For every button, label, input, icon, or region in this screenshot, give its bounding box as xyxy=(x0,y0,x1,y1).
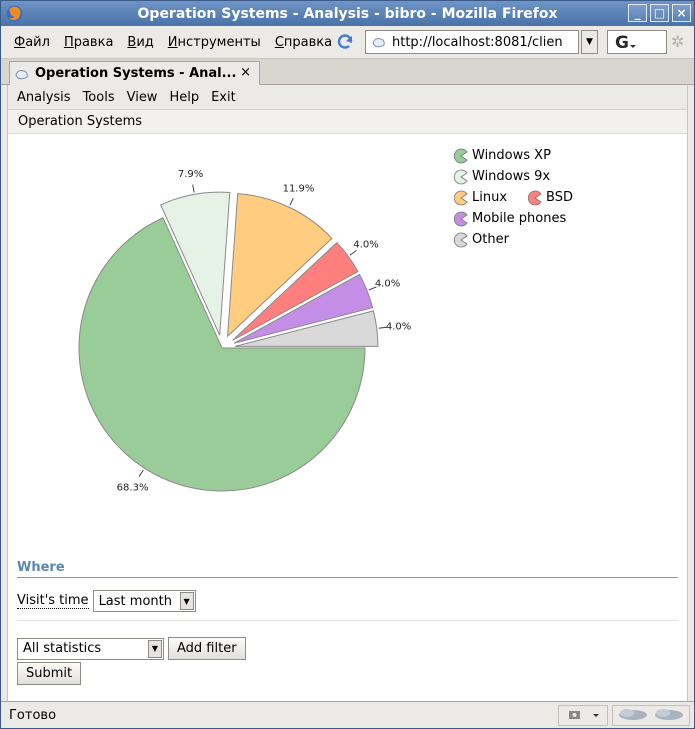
address-bar[interactable]: http://localhost:8081/clien xyxy=(365,30,579,54)
search-box[interactable]: G xyxy=(607,30,667,54)
menu-edit[interactable]: Правка xyxy=(57,35,120,50)
app-menu-exit[interactable]: Exit xyxy=(205,90,242,105)
pie-data-label: 4.0% xyxy=(386,322,411,333)
page-title: Operation Systems xyxy=(8,110,687,134)
tab-close-icon[interactable]: × xyxy=(240,65,251,80)
pie-label-leader xyxy=(192,184,195,193)
status-bar: Готово xyxy=(1,701,694,728)
status-panel-weather xyxy=(612,705,690,726)
legend-item-mobile-phones: Mobile phones xyxy=(453,211,566,227)
navigation-toolbar: Файл Правка Вид Инструменты Справка http… xyxy=(1,27,694,59)
pie-label-leader xyxy=(349,250,357,256)
legend-item-windows-xp: Windows XP xyxy=(453,148,551,164)
visit-time-select[interactable]: Last month ▼ xyxy=(92,590,196,612)
tab-page-icon xyxy=(15,69,28,79)
search-engine-icon[interactable]: G xyxy=(612,32,642,53)
menu-view[interactable]: Вид xyxy=(120,35,160,50)
page-content: Analysis Tools View Help Exit Operation … xyxy=(7,85,688,701)
status-text: Готово xyxy=(9,707,57,723)
statistics-select[interactable]: All statistics ▼ xyxy=(17,637,164,660)
url-history-dropdown[interactable]: ▼ xyxy=(581,30,598,54)
menu-tools[interactable]: Инструменты xyxy=(161,35,268,50)
where-section-title: Where xyxy=(17,560,678,578)
app-menu-analysis[interactable]: Analysis xyxy=(11,90,77,105)
legend-swatch xyxy=(527,190,542,205)
chevron-down-icon[interactable]: ▼ xyxy=(179,592,194,610)
page-icon xyxy=(372,38,385,48)
firefox-icon xyxy=(6,5,23,22)
throbber-icon: ✲ xyxy=(671,32,685,51)
browser-window: Operation Systems - Analysis - bibro - M… xyxy=(0,0,695,729)
app-menubar: Analysis Tools View Help Exit xyxy=(8,85,687,110)
pie-data-label: 4.0% xyxy=(375,279,400,290)
legend-swatch xyxy=(453,148,468,163)
legend-swatch xyxy=(453,190,468,205)
pie-data-label: 68.3% xyxy=(117,483,149,494)
visit-time-row: Visit's time Last month ▼ xyxy=(17,590,196,612)
visit-time-label: Visit's time xyxy=(17,593,89,609)
submit-button[interactable]: Submit xyxy=(17,662,81,685)
weather-icon xyxy=(619,709,683,720)
legend-swatch xyxy=(453,232,468,247)
menu-help[interactable]: Справка xyxy=(268,35,339,50)
pie-data-label: 11.9% xyxy=(283,183,315,194)
app-menu-view[interactable]: View xyxy=(121,90,164,105)
legend-swatch xyxy=(453,211,468,226)
divider xyxy=(17,620,678,621)
tab-title: Operation Systems - Anal... xyxy=(35,66,237,81)
pie-data-label: 4.0% xyxy=(353,239,378,250)
status-panel xyxy=(558,705,608,726)
browser-menubar: Файл Правка Вид Инструменты Справка xyxy=(7,35,339,50)
close-window-button[interactable]: × xyxy=(672,4,691,22)
svg-text:G: G xyxy=(615,33,629,52)
chevron-down-icon[interactable]: ▼ xyxy=(148,639,162,658)
tab-bar: Operation Systems - Anal... × xyxy=(1,59,694,85)
maximize-button[interactable]: □ xyxy=(650,4,669,22)
legend-swatch xyxy=(453,169,468,184)
legend-item-bsd: BSD xyxy=(527,190,573,206)
menu-file[interactable]: Файл xyxy=(7,35,57,50)
title-bar: Operation Systems - Analysis - bibro - M… xyxy=(1,1,694,26)
minimize-button[interactable]: _ xyxy=(628,4,647,22)
add-filter-button[interactable]: Add filter xyxy=(168,637,246,660)
tab-operation-systems[interactable]: Operation Systems - Anal... × xyxy=(9,61,260,85)
pie-label-leader xyxy=(138,469,144,477)
camera-icon[interactable] xyxy=(565,706,605,724)
legend-item-other: Other xyxy=(453,232,509,248)
pie-data-label: 7.9% xyxy=(178,169,203,180)
app-menu-tools[interactable]: Tools xyxy=(77,90,121,105)
app-menu-help[interactable]: Help xyxy=(163,90,205,105)
chart-legend: Windows XP Windows 9x Linux BSD Mobile p… xyxy=(453,145,593,250)
legend-item-windows-9x: Windows 9x xyxy=(453,169,550,185)
window-title: Operation Systems - Analysis - bibro - M… xyxy=(137,5,558,22)
legend-item-linux: Linux xyxy=(453,190,507,206)
filter-row: All statistics ▼ Add filter xyxy=(17,637,246,660)
reload-icon[interactable] xyxy=(335,32,355,52)
pie-label-leader xyxy=(289,197,294,206)
address-url: http://localhost:8081/clien xyxy=(392,34,563,50)
